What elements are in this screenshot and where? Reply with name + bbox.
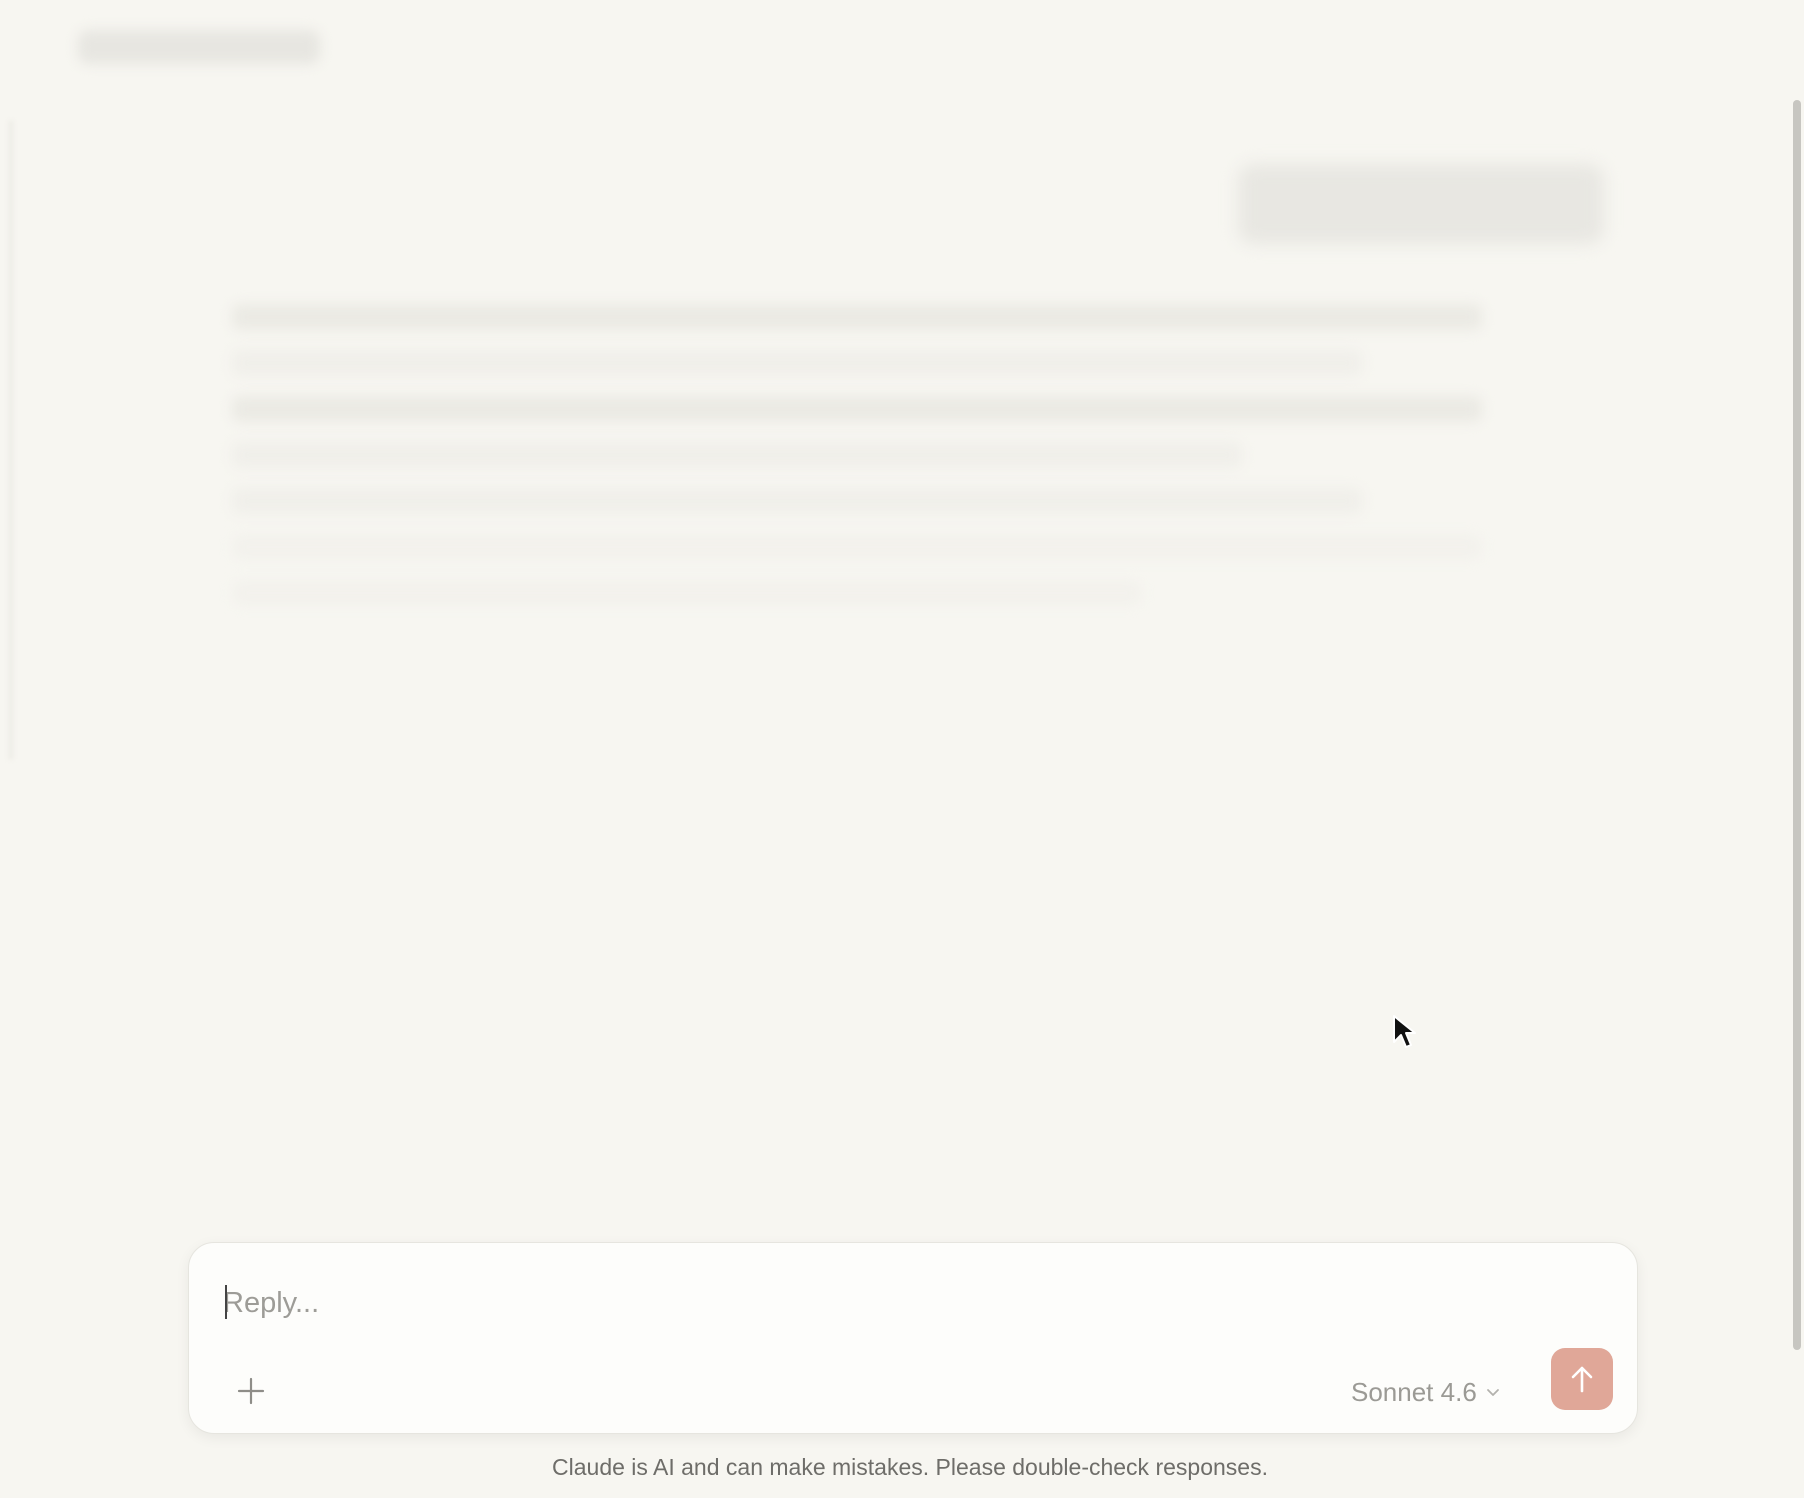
blurred-text-line	[232, 350, 1362, 376]
blurred-text-line	[232, 396, 1482, 422]
send-button[interactable]	[1551, 1348, 1613, 1410]
text-caret	[225, 1285, 227, 1319]
blurred-text-line	[232, 534, 1482, 560]
arrow-up-icon	[1571, 1366, 1593, 1393]
scrollbar-thumb[interactable]	[1793, 100, 1801, 1350]
composer: Sonnet 4.6	[188, 1242, 1638, 1434]
blurred-text-line	[232, 442, 1242, 468]
user-message-blurred	[1238, 164, 1604, 244]
chevron-down-icon	[1486, 1389, 1499, 1396]
model-label: Sonnet 4.6	[1351, 1376, 1477, 1407]
blurred-text-line	[232, 488, 1362, 514]
disclaimer-text: Claude is AI and can make mistakes. Plea…	[552, 1454, 1268, 1480]
assistant-response-blurred	[232, 304, 1492, 626]
scrollbar[interactable]	[1790, 0, 1804, 1498]
blurred-text-line	[232, 580, 1142, 606]
reply-input[interactable]	[223, 1281, 1323, 1325]
sidebar-edge	[8, 120, 14, 760]
blurred-text-line	[232, 304, 1482, 330]
plus-icon	[237, 1377, 265, 1405]
mouse-cursor-icon	[1393, 1015, 1416, 1048]
conversation-title-blurred	[78, 30, 320, 64]
attach-button[interactable]	[229, 1369, 273, 1413]
chat-window: Sonnet 4.6 Claude is AI and can make mis…	[0, 0, 1804, 1498]
model-selector[interactable]: Sonnet 4.6	[1351, 1371, 1501, 1413]
